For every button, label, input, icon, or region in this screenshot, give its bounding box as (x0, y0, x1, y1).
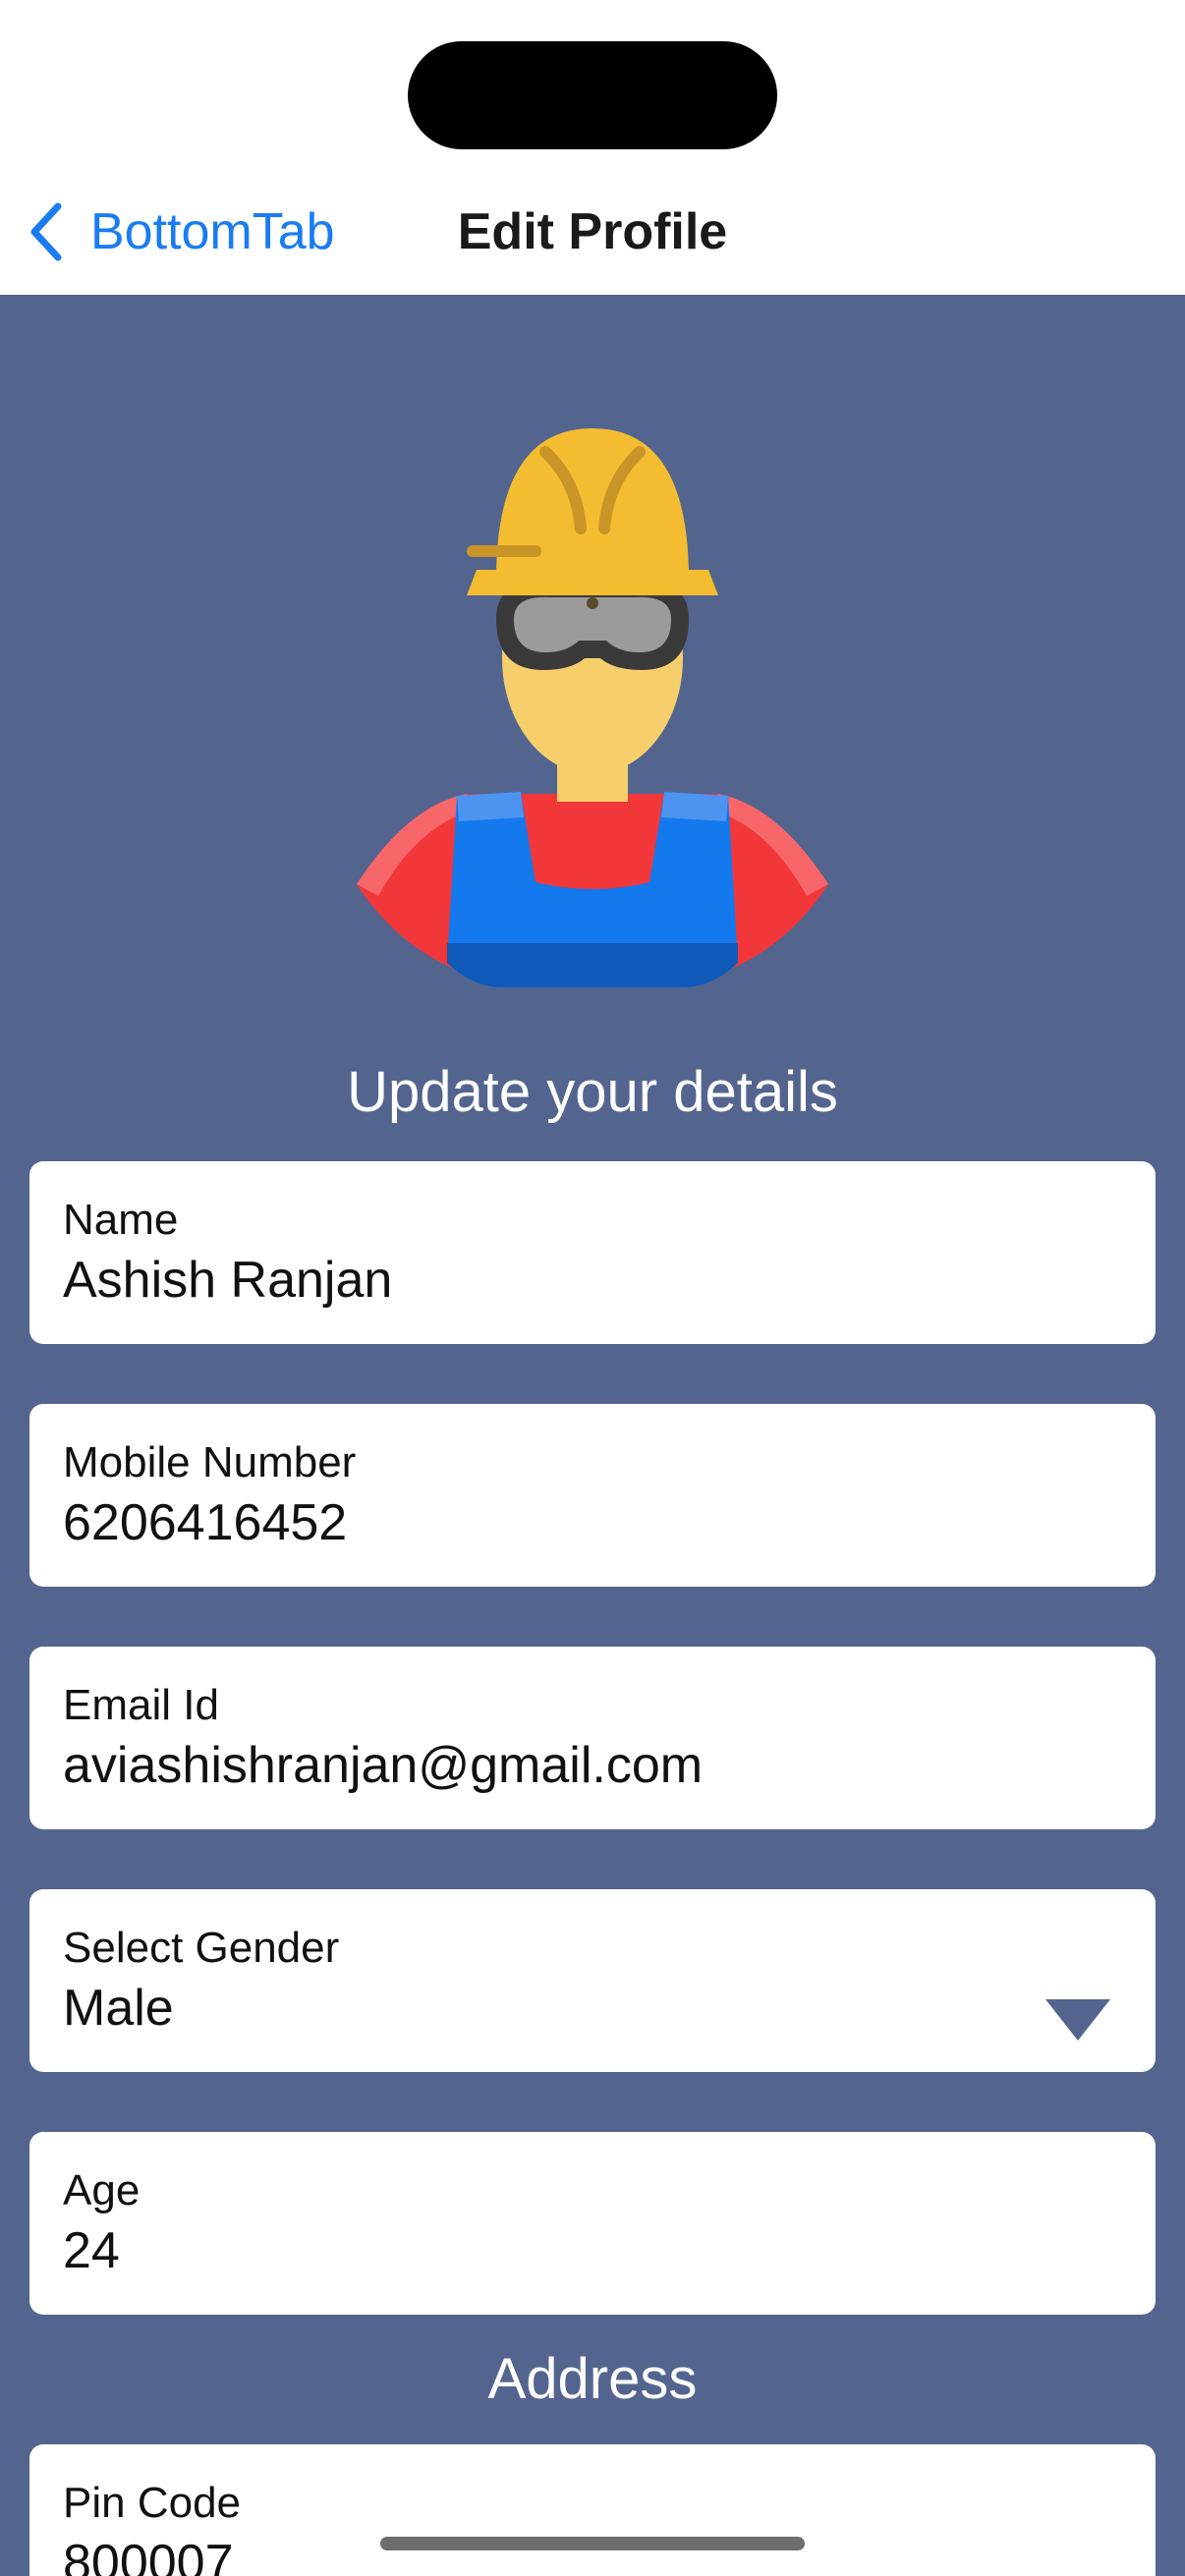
triangle-down-icon[interactable] (1044, 1997, 1112, 2043)
age-label: Age (63, 2166, 141, 2214)
mobile-number-field[interactable]: Mobile Number 6206416452 (29, 1404, 1156, 1587)
gender-label: Select Gender (63, 1924, 340, 1972)
back-button-label: BottomTab (90, 203, 335, 260)
address-heading: Address (487, 2347, 698, 2411)
navigation-bar: BottomTab Edit Profile (0, 0, 1185, 295)
email-value[interactable]: aviashishranjan@gmail.com (63, 1735, 1156, 1796)
email-label: Email Id (63, 1681, 219, 1729)
age-value[interactable]: 24 (63, 2220, 1156, 2281)
gender-value[interactable]: Male (63, 1978, 1156, 2039)
dynamic-island (408, 41, 777, 149)
name-value[interactable]: Ashish Ranjan (63, 1250, 1156, 1311)
name-field[interactable]: Name Ashish Ranjan (29, 1161, 1156, 1344)
chevron-left-icon (22, 193, 71, 271)
pin-code-field[interactable]: Pin Code 800007 (29, 2444, 1156, 2576)
name-label: Name (63, 1196, 179, 1244)
mobile-number-label: Mobile Number (63, 1438, 357, 1486)
email-field[interactable]: Email Id aviashishranjan@gmail.com (29, 1647, 1156, 1829)
edit-profile-screen: BottomTab Edit Profile Update your detai… (0, 0, 1185, 2576)
pin-code-label: Pin Code (63, 2479, 242, 2527)
form-heading: Update your details (347, 1060, 838, 1124)
back-button[interactable]: BottomTab (22, 193, 335, 271)
worker-avatar-icon[interactable] (349, 413, 836, 1002)
age-field[interactable]: Age 24 (29, 2132, 1156, 2315)
mobile-number-value[interactable]: 6206416452 (63, 1492, 1156, 1553)
gender-select[interactable]: Select Gender Male (29, 1889, 1156, 2072)
home-indicator[interactable] (380, 2537, 805, 2550)
